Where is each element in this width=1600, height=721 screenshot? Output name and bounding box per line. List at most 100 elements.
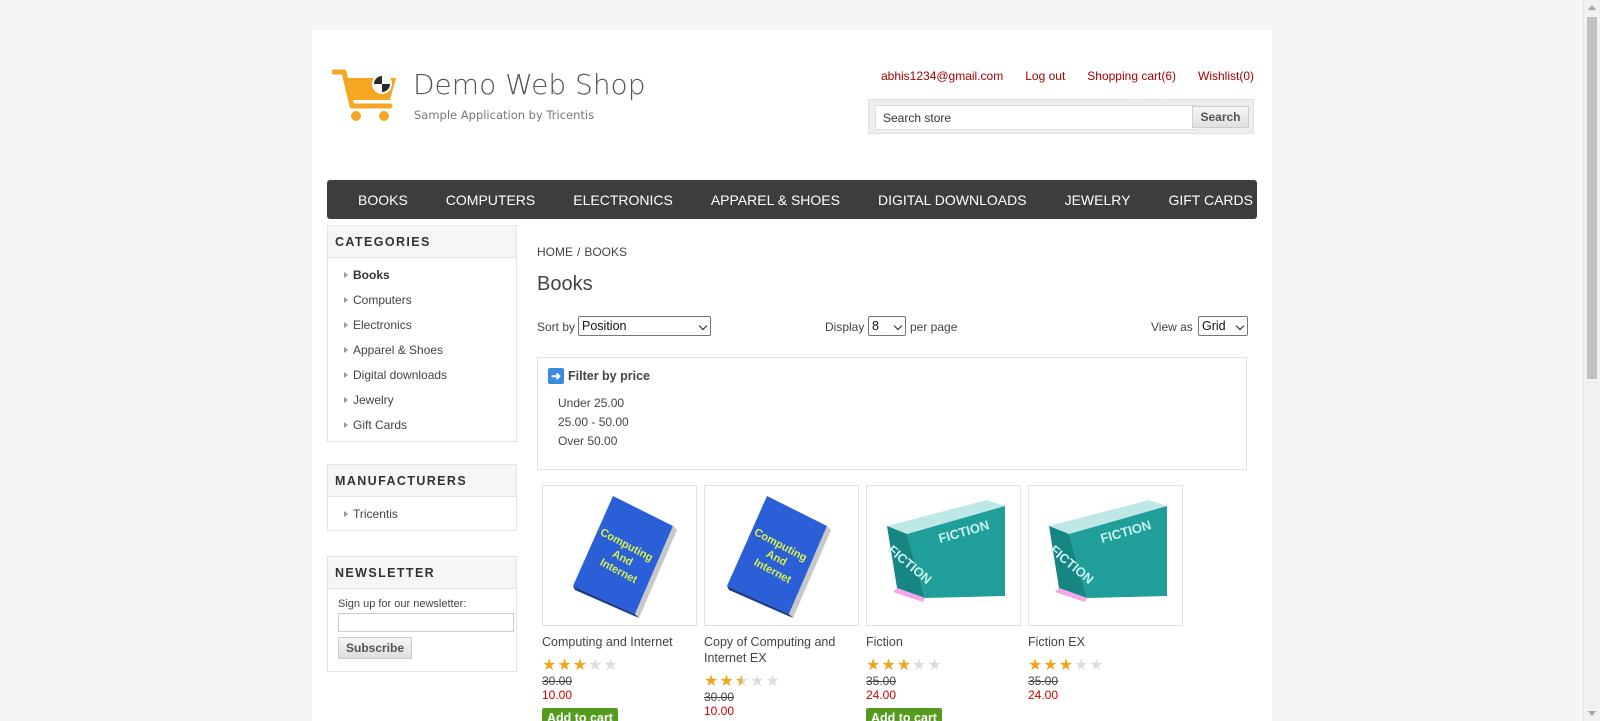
- site-logo[interactable]: Demo Web Shop Sample Application by Tric…: [332, 66, 645, 126]
- menu-item-apparel-shoes[interactable]: APPAREL & SHOES: [692, 192, 859, 208]
- product-image[interactable]: Computing And Internet: [704, 485, 859, 626]
- triangle-right-icon: [344, 422, 348, 428]
- rating-stars: ★ ★ ★ ★ ★: [1028, 658, 1183, 674]
- add-to-cart-button[interactable]: Add to cart: [542, 708, 618, 721]
- old-price: 30.00: [542, 674, 573, 688]
- triangle-right-icon: [344, 272, 348, 278]
- breadcrumb-home-link[interactable]: HOME: [537, 245, 573, 259]
- rating-stars: ★ ★ ★ ★ ★: [542, 658, 697, 674]
- menu-item-electronics[interactable]: ELECTRONICS: [554, 192, 692, 208]
- view-mode-select[interactable]: Grid: [1198, 316, 1248, 336]
- subscribe-button[interactable]: Subscribe: [338, 637, 412, 659]
- star-empty-icon: ★: [603, 657, 618, 674]
- product-image[interactable]: Computing And Internet: [542, 485, 697, 626]
- header-links: abhis1234@gmail.com Log out Shopping car…: [881, 69, 1254, 83]
- category-item-electronics[interactable]: Electronics: [328, 312, 516, 337]
- star-empty-icon: ★: [588, 657, 603, 674]
- product-title[interactable]: Fiction: [866, 634, 1021, 650]
- triangle-right-icon: [344, 511, 348, 517]
- page-scrollbar[interactable]: [1583, 0, 1600, 721]
- menu-item-digital-downloads[interactable]: DIGITAL DOWNLOADS: [859, 192, 1046, 208]
- star-full-icon: ★: [704, 673, 719, 690]
- category-item-digital-downloads[interactable]: Digital downloads: [328, 362, 516, 387]
- filter-title[interactable]: Filter by price: [568, 369, 650, 383]
- category-item-jewelry[interactable]: Jewelry: [328, 387, 516, 412]
- newsletter-email-input[interactable]: [338, 613, 514, 632]
- page-size-select[interactable]: 8: [868, 316, 906, 336]
- category-item-gift-cards[interactable]: Gift Cards: [328, 412, 516, 437]
- price-filter-option[interactable]: Over 50.00: [558, 434, 617, 448]
- triangle-right-icon: [344, 297, 348, 303]
- book-cover-image: Computing And Internet: [727, 496, 831, 618]
- account-link[interactable]: abhis1234@gmail.com: [881, 69, 1003, 83]
- newsletter-label: Sign up for our newsletter:: [338, 598, 467, 610]
- star-full-icon: ★: [1043, 657, 1058, 674]
- categories-block: CATEGORIES Books Computers Electronics A…: [327, 225, 517, 442]
- price-filter-option[interactable]: 25.00 - 50.00: [558, 415, 629, 429]
- site-title: Demo Web Shop: [413, 68, 646, 101]
- per-page-label: per page: [910, 320, 958, 334]
- manufacturer-label: Tricentis: [353, 507, 398, 521]
- category-item-books[interactable]: Books: [328, 262, 516, 287]
- rating-stars: ★ ★ ★ ★ ★: [866, 658, 1021, 674]
- product-title[interactable]: Fiction EX: [1028, 634, 1183, 650]
- manufacturer-item-tricentis[interactable]: Tricentis: [328, 501, 516, 526]
- book-cover-image: Computing And Internet: [573, 496, 677, 618]
- sort-by-label: Sort by: [537, 320, 576, 334]
- page-container: Demo Web Shop Sample Application by Tric…: [312, 30, 1272, 721]
- book-cover-image: FICTION FICTION: [885, 500, 1005, 602]
- menu-item-books[interactable]: BOOKS: [339, 192, 427, 208]
- star-full-icon: ★: [866, 657, 881, 674]
- page-size-value: 8: [872, 319, 879, 333]
- shopping-cart-link[interactable]: Shopping cart(6): [1087, 69, 1176, 83]
- newsletter-block: NEWSLETTER Sign up for our newsletter: S…: [327, 556, 517, 672]
- menu-item-computers[interactable]: COMPUTERS: [427, 192, 554, 208]
- star-empty-icon: ★: [927, 657, 942, 674]
- old-price: 30.00: [704, 690, 735, 704]
- logout-link[interactable]: Log out: [1025, 69, 1065, 83]
- manufacturers-block: MANUFACTURERS Tricentis: [327, 464, 517, 531]
- arrow-right-icon[interactable]: ➜: [548, 368, 564, 384]
- page-title: Books: [537, 273, 593, 295]
- shopping-cart-logo-icon: [332, 69, 396, 121]
- triangle-right-icon: [344, 397, 348, 403]
- add-to-cart-button[interactable]: Add to cart: [866, 708, 942, 721]
- manufacturers-title: MANUFACTURERS: [328, 465, 516, 497]
- scroll-thumb[interactable]: [1587, 17, 1597, 379]
- product-title[interactable]: Computing and Internet: [542, 634, 697, 650]
- star-full-icon: ★: [1028, 657, 1043, 674]
- sort-by-value: Position: [582, 319, 627, 333]
- category-label: Apparel & Shoes: [353, 343, 444, 357]
- sort-by-select[interactable]: Position: [578, 316, 711, 336]
- product-item: Computing And Internet Copy of Computing…: [704, 485, 859, 718]
- product-image[interactable]: FICTION FICTION: [866, 485, 1021, 626]
- product-title[interactable]: Copy of Computing and Internet EX: [704, 634, 859, 666]
- category-item-apparel-shoes[interactable]: Apparel & Shoes: [328, 337, 516, 362]
- chevron-down-icon: [1235, 321, 1245, 331]
- menu-item-jewelry[interactable]: JEWELRY: [1046, 192, 1150, 208]
- star-full-icon: ★: [881, 657, 896, 674]
- star-empty-icon: ★: [912, 657, 927, 674]
- breadcrumb-current: BOOKS: [584, 245, 628, 259]
- actual-price: 24.00: [866, 688, 897, 702]
- star-empty-icon: ★: [1089, 657, 1104, 674]
- menu-item-gift-cards[interactable]: GIFT CARDS: [1149, 192, 1272, 208]
- wishlist-link[interactable]: Wishlist(0): [1198, 69, 1254, 83]
- display-label: Display: [825, 320, 865, 334]
- star-empty-icon: ★: [750, 673, 765, 690]
- triangle-right-icon: [344, 372, 348, 378]
- category-item-computers[interactable]: Computers: [328, 287, 516, 312]
- scroll-down-arrow-icon[interactable]: [1588, 711, 1596, 716]
- actual-price: 24.00: [1028, 688, 1059, 702]
- search-input[interactable]: [875, 105, 1197, 130]
- scroll-up-arrow-icon[interactable]: [1588, 5, 1596, 10]
- product-image[interactable]: FICTION FICTION: [1028, 485, 1183, 626]
- search-button[interactable]: Search: [1192, 106, 1249, 128]
- triangle-right-icon: [344, 322, 348, 328]
- product-item: Computing And Internet Computing and Int…: [542, 485, 697, 721]
- category-label: Gift Cards: [353, 418, 408, 432]
- price-filter-option[interactable]: Under 25.00: [558, 396, 624, 410]
- product-item: FICTION FICTION Fiction ★ ★ ★ ★ ★ 35.00 24.0…: [866, 485, 1021, 721]
- star-full-icon: ★: [896, 657, 912, 674]
- category-label: Electronics: [353, 318, 412, 332]
